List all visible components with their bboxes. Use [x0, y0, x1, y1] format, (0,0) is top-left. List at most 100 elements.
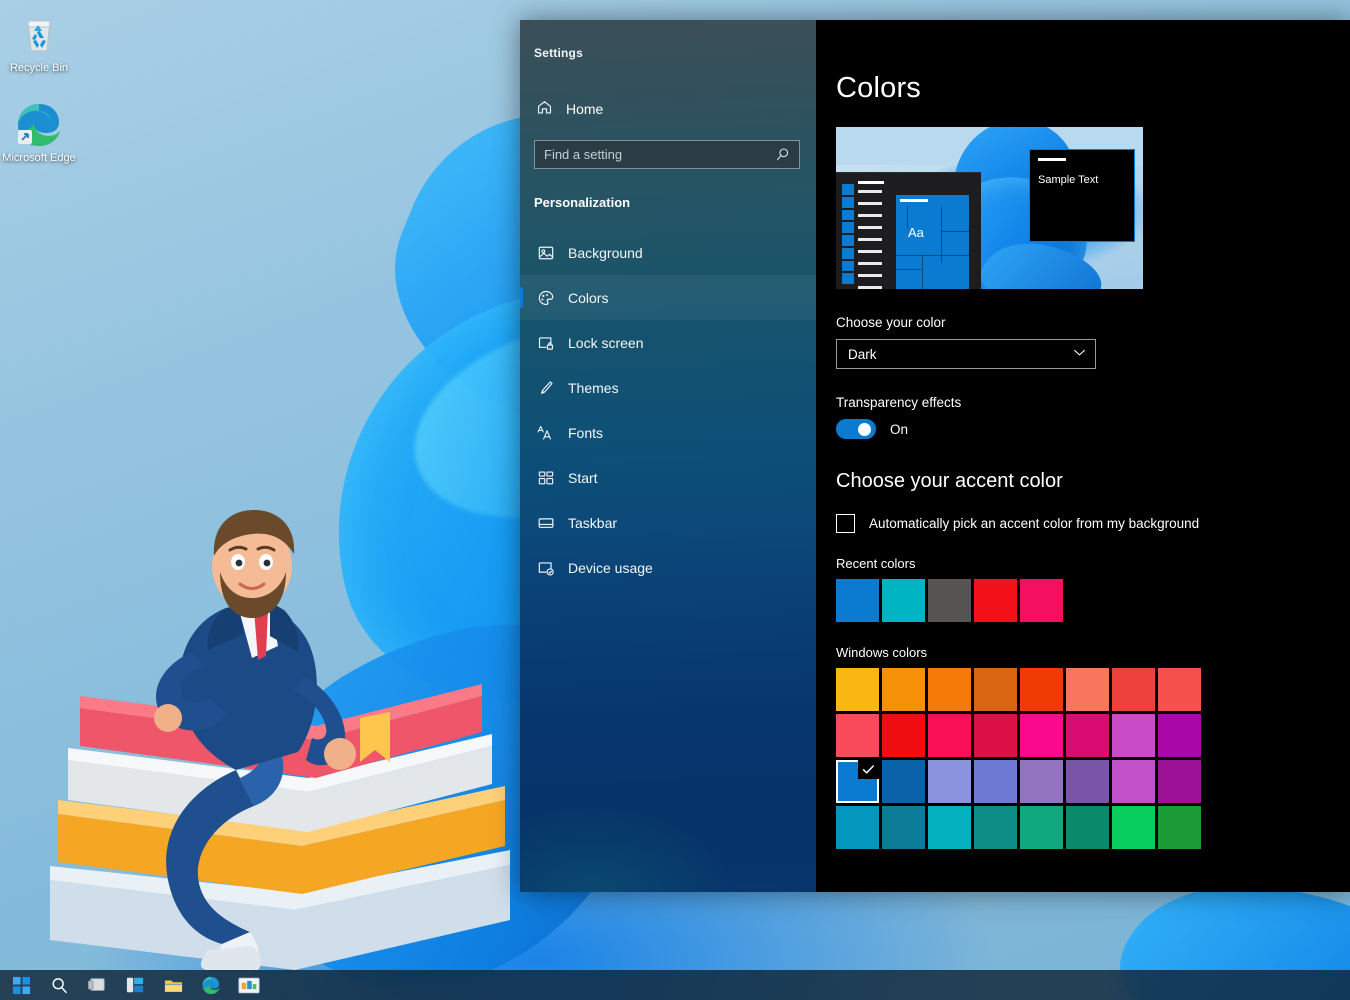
windows-color-swatch[interactable]: [1066, 668, 1109, 711]
windows-color-swatch[interactable]: [1066, 714, 1109, 757]
sidebar-nav-list: Background Colors Lock screen Themes Fon…: [520, 230, 816, 590]
transparency-row: On: [836, 419, 1350, 439]
lock-screen-icon: [536, 334, 555, 352]
desktop-icon-microsoft-edge[interactable]: Microsoft Edge: [2, 100, 76, 165]
settings-window: Settings Home Find a setting Personaliza…: [520, 20, 1350, 892]
fonts-icon: [536, 424, 555, 442]
preview-accent-window: Aa: [896, 195, 969, 289]
start-layout-icon: [536, 469, 555, 487]
edge-icon: [2, 100, 76, 148]
recent-color-swatch[interactable]: [1020, 579, 1063, 622]
windows-color-swatch[interactable]: [882, 760, 925, 803]
desktop-icon-recycle-bin[interactable]: Recycle Bin: [2, 10, 76, 75]
windows-color-swatch[interactable]: [928, 668, 971, 711]
recent-color-swatch[interactable]: [974, 579, 1017, 622]
widgets-button[interactable]: [120, 972, 150, 998]
sidebar-item-label: Themes: [568, 379, 619, 396]
start-button[interactable]: [6, 972, 36, 998]
preview-sample-window: Sample Text: [1029, 149, 1135, 242]
choose-color-dropdown[interactable]: Dark: [836, 339, 1096, 369]
search-button[interactable]: [44, 972, 74, 998]
windows-color-swatch[interactable]: [1020, 806, 1063, 849]
sidebar-item-background[interactable]: Background: [520, 230, 816, 275]
windows-color-swatch[interactable]: [928, 806, 971, 849]
windows-color-swatch[interactable]: [928, 760, 971, 803]
auto-accent-row[interactable]: Automatically pick an accent color from …: [836, 514, 1350, 533]
accent-color-heading: Choose your accent color: [836, 470, 1063, 492]
recent-color-swatch[interactable]: [882, 579, 925, 622]
windows-color-swatch[interactable]: [836, 668, 879, 711]
sidebar-item-label: Home: [566, 101, 604, 117]
windows-color-swatch[interactable]: [974, 760, 1017, 803]
windows-color-swatch[interactable]: [836, 714, 879, 757]
sidebar-item-label: Lock screen: [568, 334, 644, 351]
sidebar-item-fonts[interactable]: Fonts: [520, 410, 816, 455]
sidebar-item-home[interactable]: Home: [520, 92, 816, 126]
search-input[interactable]: [535, 147, 775, 162]
chevron-down-icon: [1073, 348, 1086, 360]
windows-color-swatch[interactable]: [1158, 806, 1201, 849]
search-box[interactable]: [534, 140, 800, 169]
sidebar-item-device-usage[interactable]: Device usage: [520, 545, 816, 590]
windows-color-swatch[interactable]: [1158, 668, 1201, 711]
sidebar-section-label: Personalization: [534, 195, 631, 210]
windows-color-swatch[interactable]: [1066, 760, 1109, 803]
preview-list-rows: [858, 190, 882, 289]
auto-accent-label: Automatically pick an accent color from …: [869, 516, 1200, 531]
palette-icon: [536, 289, 555, 307]
windows-color-swatch[interactable]: [1112, 806, 1155, 849]
windows-color-swatch[interactable]: [836, 806, 879, 849]
check-icon: [858, 760, 879, 779]
taskbar-icon: [536, 514, 555, 532]
windows-color-swatch[interactable]: [1112, 714, 1155, 757]
windows-color-swatch[interactable]: [1020, 760, 1063, 803]
windows-color-swatch[interactable]: [1066, 806, 1109, 849]
taskbar: [0, 970, 1350, 1000]
windows-color-swatch[interactable]: [1020, 714, 1063, 757]
sidebar-item-colors[interactable]: Colors: [520, 275, 816, 320]
desktop-screen: Recycle Bin Microsoft Edge Settings Home…: [0, 0, 1350, 1000]
transparency-label: Transparency effects: [836, 395, 962, 410]
page-title: Colors: [836, 72, 921, 104]
sidebar-item-start[interactable]: Start: [520, 455, 816, 500]
preview-aa-text: Aa: [908, 225, 924, 240]
windows-color-swatch[interactable]: [882, 714, 925, 757]
windows-color-swatch[interactable]: [882, 668, 925, 711]
choose-color-label: Choose your color: [836, 315, 946, 330]
windows-colors-grid: [836, 668, 1350, 849]
brush-icon: [536, 379, 555, 397]
store-button[interactable]: [234, 972, 264, 998]
recent-color-swatch[interactable]: [836, 579, 879, 622]
transparency-toggle[interactable]: [836, 419, 876, 439]
sidebar-item-lock-screen[interactable]: Lock screen: [520, 320, 816, 365]
task-view-button[interactable]: [82, 972, 112, 998]
sidebar-item-label: Background: [568, 244, 643, 261]
windows-color-swatch[interactable]: [974, 714, 1017, 757]
sidebar-item-label: Device usage: [568, 559, 653, 576]
window-title: Settings: [534, 46, 583, 60]
edge-button[interactable]: [196, 972, 226, 998]
choose-color-value: Dark: [848, 346, 877, 362]
auto-accent-checkbox[interactable]: [836, 514, 855, 533]
preview-title-bar-lines: [858, 181, 884, 184]
sidebar-item-themes[interactable]: Themes: [520, 365, 816, 410]
settings-sidebar: Settings Home Find a setting Personaliza…: [520, 20, 816, 892]
windows-color-swatch[interactable]: [1112, 760, 1155, 803]
recycle-bin-icon: [2, 10, 76, 58]
windows-colors-label: Windows colors: [836, 645, 928, 660]
windows-color-swatch[interactable]: [928, 714, 971, 757]
search-icon[interactable]: [775, 147, 799, 162]
windows-color-swatch[interactable]: [1158, 714, 1201, 757]
recent-color-swatch[interactable]: [928, 579, 971, 622]
sidebar-item-taskbar[interactable]: Taskbar: [520, 500, 816, 545]
windows-color-swatch[interactable]: [974, 668, 1017, 711]
desktop-icon-label: Edge: [49, 152, 76, 164]
windows-color-swatch[interactable]: [974, 806, 1017, 849]
windows-color-swatch[interactable]: [1158, 760, 1201, 803]
settings-content-pane: Colors Aa Sample Text Choose your color …: [816, 20, 1350, 892]
windows-color-swatch[interactable]: [882, 806, 925, 849]
windows-color-swatch[interactable]: [1112, 668, 1155, 711]
file-explorer-button[interactable]: [158, 972, 188, 998]
windows-color-swatch[interactable]: [1020, 668, 1063, 711]
windows-color-swatch[interactable]: [836, 760, 879, 803]
